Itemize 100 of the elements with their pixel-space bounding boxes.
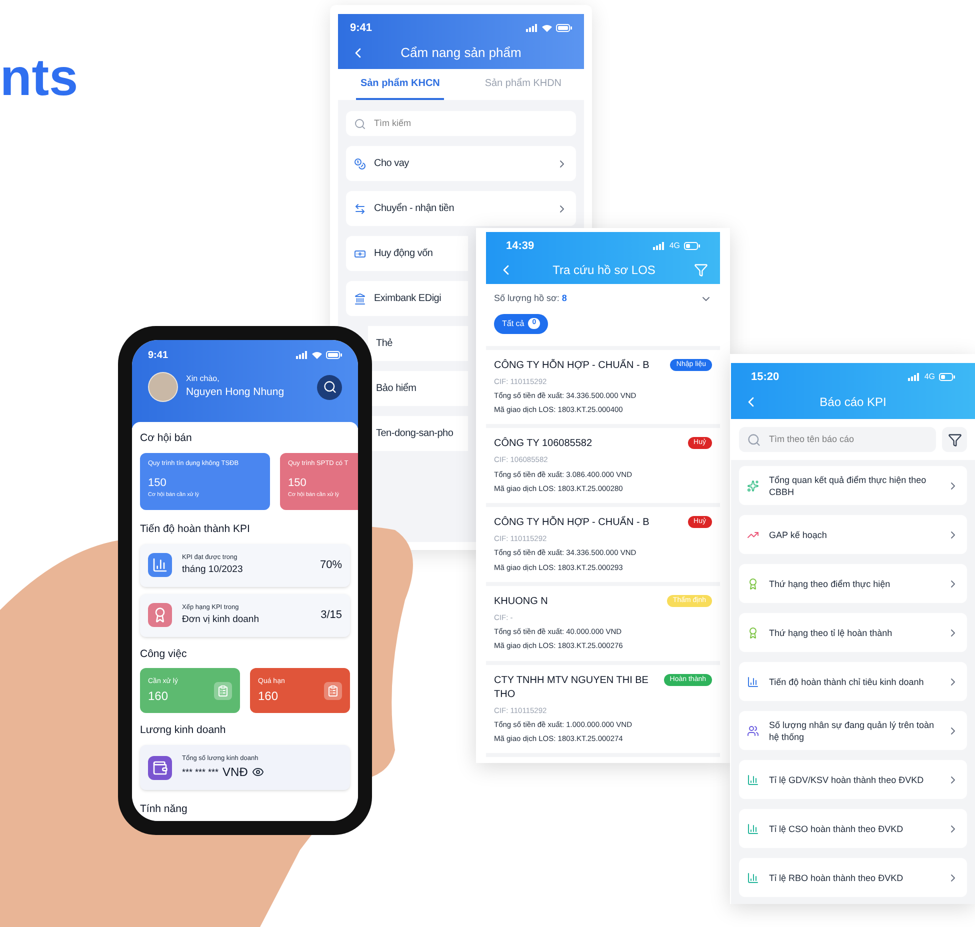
- report-icon: [747, 872, 759, 884]
- filter-button[interactable]: [942, 427, 967, 452]
- kpi-value: tháng 10/2023: [182, 562, 244, 577]
- clipboard-icon: [324, 682, 342, 700]
- company-name: CÔNG TY HỖN HỢP - CHUẨN - B: [494, 358, 650, 372]
- company-name: CÔNG TY 106085582: [494, 437, 594, 452]
- product-icon: [354, 248, 366, 260]
- card-value: 150: [148, 476, 168, 490]
- status-time: 15:20: [751, 370, 780, 385]
- search-field[interactable]: Tìm theo tên báo cáo: [739, 427, 936, 452]
- report-label: Số lượng nhân sự đang quản lý trên toàn hệ thống: [769, 718, 936, 742]
- section-title: Tiến độ hoàn thành KPI: [140, 522, 251, 537]
- product-label: Eximbank EDigi: [374, 292, 442, 306]
- card-value: 150: [288, 476, 308, 490]
- search-button[interactable]: [317, 374, 342, 400]
- product-label: Cho vay: [374, 157, 409, 171]
- network-label: 4G: [669, 240, 680, 252]
- clipboard-icon: [214, 682, 232, 700]
- report-item[interactable]: Tỉ lệ CSO hoàn thành theo ĐVKD: [739, 809, 967, 848]
- record-count: Số lượng hồ sơ: 8: [494, 292, 568, 305]
- product-icon: [354, 202, 366, 214]
- network-label: 4G: [924, 371, 935, 383]
- report-icon: [747, 578, 759, 590]
- status-time: 14:39: [506, 238, 534, 254]
- report-label: Tỉ lệ GDV/KSV hoàn thành theo ĐVKD: [769, 774, 925, 786]
- avatar: [148, 372, 178, 402]
- report-icon: [747, 724, 759, 736]
- report-item[interactable]: Tỉ lệ RBO hoàn thành theo ĐVKD: [739, 858, 967, 897]
- search-icon: [354, 118, 366, 130]
- page-heading: nts: [0, 52, 78, 104]
- report-item[interactable]: Thứ hạng theo điểm thực hiện: [739, 564, 967, 603]
- company-name: CÔNG TY HỖN HỢP - CHUẨN - B: [494, 516, 650, 530]
- report-item[interactable]: Số lượng nhân sự đang quản lý trên toàn hệ thống: [739, 711, 967, 750]
- signal-icon: [526, 24, 538, 32]
- product-label: Bảo hiểm: [376, 382, 416, 396]
- report-icon: [747, 480, 759, 492]
- kpi-figure: 3/15: [320, 608, 342, 623]
- product-item[interactable]: Cho vay: [346, 146, 576, 181]
- report-item[interactable]: Tỉ lệ GDV/KSV hoàn thành theo ĐVKD: [739, 760, 967, 799]
- battery-icon: [326, 351, 342, 359]
- product-label: Huy động vốn: [374, 247, 433, 261]
- search-field[interactable]: Tìm kiếm: [346, 111, 576, 136]
- task-value: 160: [258, 688, 280, 705]
- report-label: Thứ hạng theo điểm thực hiện: [769, 578, 892, 590]
- wifi-icon: [542, 24, 552, 32]
- chart-icon: [148, 553, 172, 577]
- product-item[interactable]: Huy động vốn: [346, 236, 468, 271]
- search-input[interactable]: Tìm kiếm: [374, 116, 568, 130]
- screen-title: Tra cứu hồ sơ LOS: [552, 262, 656, 279]
- report-label: Tổng quan kết quả điểm thực hiện theo CBBH: [769, 474, 928, 498]
- filter-icon[interactable]: [694, 263, 708, 277]
- report-label: Tỉ lệ CSO hoàn thành theo ĐVKD: [769, 822, 904, 834]
- section-title: Tính năng: [140, 802, 188, 817]
- user-name: Nguyen Hong Nhung: [186, 385, 286, 400]
- kpi-figure: 70%: [320, 558, 342, 573]
- report-icon: [747, 822, 759, 834]
- battery-icon: [939, 373, 955, 381]
- screen-title: Báo cáo KPI: [818, 394, 888, 411]
- wallet-icon: [148, 756, 172, 780]
- section-title: Công việc: [140, 646, 188, 662]
- product-icon: [354, 292, 366, 304]
- report-item[interactable]: GAP kế hoạch: [739, 515, 967, 554]
- report-item[interactable]: Tiến độ hoàn thành chỉ tiêu kinh doanh: [739, 662, 967, 701]
- tab[interactable]: Sản phẩm KHCN: [356, 69, 444, 100]
- product-label: Thẻ: [376, 337, 392, 351]
- battery-icon: [684, 242, 700, 250]
- status-time: 9:41: [350, 20, 372, 36]
- status-time: 9:41: [148, 348, 168, 362]
- masked-salary: *** *** ***: [182, 766, 219, 779]
- report-icon: [747, 676, 759, 688]
- product-label: Chuyển - nhận tiền: [374, 202, 454, 216]
- report-item[interactable]: Thứ hạng theo tỉ lệ hoàn thành: [739, 613, 967, 652]
- battery-icon: [556, 24, 572, 32]
- report-label: Tiến độ hoàn thành chỉ tiêu kinh doanh: [769, 676, 925, 688]
- company-name: CTY TNHH MTV NGUYEN THI BE THO: [494, 674, 650, 702]
- report-label: Tỉ lệ RBO hoàn thành theo ĐVKD: [769, 872, 904, 884]
- product-icon: [354, 158, 366, 170]
- screen-title: Cẩm nang sản phẩm: [400, 44, 522, 62]
- signal-icon: [296, 351, 308, 359]
- report-icon: [747, 774, 759, 786]
- signal-icon: [653, 242, 666, 250]
- rank-icon: [148, 603, 172, 627]
- product-label: Ten-dong-san-pho: [376, 427, 454, 441]
- product-item[interactable]: Eximbank EDigi: [346, 281, 468, 316]
- section-title: Lương kinh doanh: [140, 723, 227, 738]
- signal-icon: [908, 373, 920, 381]
- greeting-text: Xin chào,: [186, 373, 220, 386]
- product-item[interactable]: Thẻ: [368, 326, 468, 361]
- task-value: 160: [148, 688, 170, 705]
- currency-label: VNĐ: [222, 764, 248, 782]
- eye-icon[interactable]: [252, 766, 264, 778]
- search-icon: [322, 380, 336, 394]
- report-item[interactable]: Tổng quan kết quả điểm thực hiện theo CBBH: [739, 466, 967, 505]
- product-item[interactable]: Chuyển - nhận tiền: [346, 191, 576, 226]
- wifi-icon: [312, 351, 322, 359]
- kpi-value: Đơn vị kinh doanh: [182, 612, 260, 627]
- company-name: KHUONG N: [494, 594, 549, 609]
- report-label: GAP kế hoạch: [769, 528, 828, 540]
- report-icon: [747, 626, 759, 638]
- section-title: Cơ hội bán: [140, 431, 193, 446]
